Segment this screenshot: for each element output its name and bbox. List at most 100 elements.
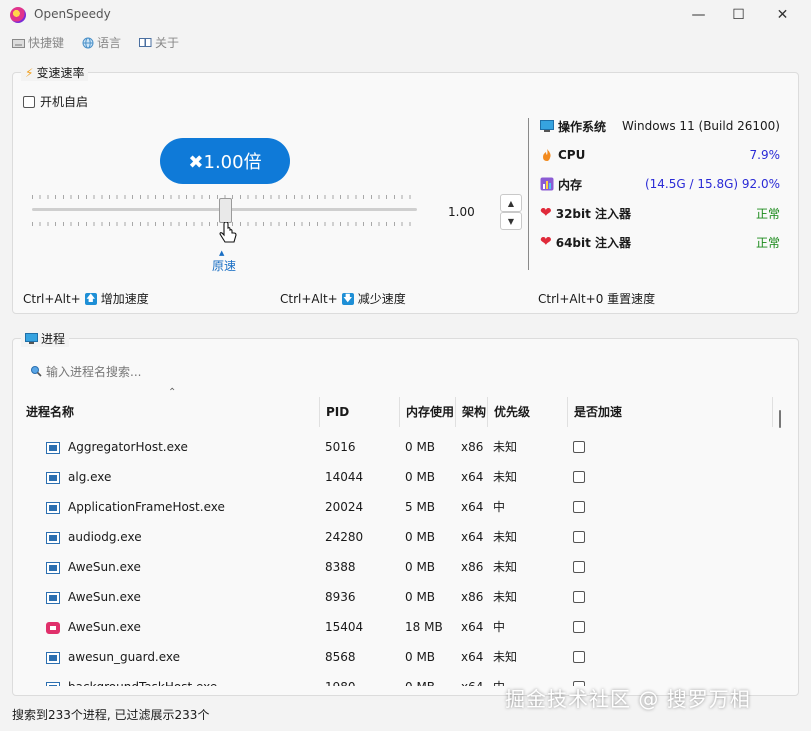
original-speed-label[interactable]: 原速 — [212, 257, 236, 274]
process-pid: 1980 — [325, 672, 356, 686]
process-memory: 0 MB — [405, 560, 436, 574]
process-name: backgroundTaskHost.exe — [68, 680, 217, 686]
table-row[interactable]: audiodg.exe 24280 0 MB x64 未知 — [20, 522, 796, 552]
table-row[interactable]: AweSun.exe 15404 18 MB x64 中 — [20, 612, 796, 642]
accelerate-cell — [573, 612, 585, 642]
process-name-cell: AggregatorHost.exe — [46, 432, 188, 462]
menu-about[interactable]: 关于 — [139, 34, 179, 51]
table-row[interactable]: AweSun.exe 8936 0 MB x86 未知 — [20, 582, 796, 612]
column-header-pid[interactable]: PID — [320, 397, 400, 427]
process-group-title-text: 进程 — [41, 332, 66, 346]
process-pid: 20024 — [325, 500, 364, 514]
process-name: AweSun.exe — [68, 620, 141, 634]
injector64-row: ❤ 64bit 注入器 正常 — [540, 233, 780, 251]
process-arch: x86 — [461, 440, 484, 454]
menu-language-label: 语言 — [97, 36, 122, 50]
arrow-up-icon: 🡅 — [84, 292, 97, 305]
status-text: 搜索到233个进程, 已过滤展示233个 — [12, 708, 210, 722]
minimize-button[interactable]: — — [676, 0, 721, 30]
process-arch: x64 — [461, 470, 484, 484]
cpu-row: CPU 7.9% — [540, 146, 780, 164]
accelerate-cell — [573, 522, 585, 552]
column-header-priority[interactable]: 优先级 — [488, 397, 568, 427]
menu-language[interactable]: 语言 — [82, 34, 121, 51]
process-memory: 0 MB — [405, 530, 436, 544]
system-divider — [528, 118, 529, 270]
app-window-icon — [46, 501, 60, 514]
memory-label: 内存 — [558, 177, 583, 192]
table-row[interactable]: AweSun.exe 8388 0 MB x86 未知 — [20, 552, 796, 582]
spin-up-button[interactable]: ▲ — [500, 194, 522, 212]
table-row[interactable]: ApplicationFrameHost.exe 20024 5 MB x64 中 — [20, 492, 796, 522]
title-bar: OpenSpeedy — ☐ ✕ — [0, 0, 811, 30]
memory-chart-icon — [540, 177, 554, 191]
speed-group: ⚡ 变速速率 — [12, 64, 799, 314]
hotkey-increase: Ctrl+Alt+ 🡅 增加速度 — [23, 290, 149, 307]
process-priority: 中 — [493, 672, 505, 686]
accelerate-checkbox[interactable] — [573, 651, 585, 663]
flame-icon — [543, 149, 551, 161]
close-button[interactable]: ✕ — [760, 0, 805, 30]
accelerate-checkbox[interactable] — [573, 501, 585, 513]
accelerate-checkbox[interactable] — [573, 561, 585, 573]
process-name-cell: alg.exe — [46, 462, 111, 492]
autostart-checkbox-row[interactable]: 开机自启 — [23, 93, 88, 110]
injector32-label: 32bit 注入器 — [555, 206, 632, 221]
process-priority: 未知 — [493, 440, 518, 454]
process-pid: 8936 — [325, 590, 356, 604]
monitor-icon — [540, 120, 554, 132]
table-row[interactable]: AggregatorHost.exe 5016 0 MB x86 未知 — [20, 432, 796, 462]
cpu-label: CPU — [558, 148, 586, 162]
process-priority: 未知 — [493, 560, 518, 574]
process-name: AggregatorHost.exe — [68, 440, 188, 454]
spin-down-button[interactable]: ▼ — [500, 212, 522, 230]
accelerate-cell — [573, 432, 585, 462]
process-arch: x64 — [461, 620, 484, 634]
speed-group-title: ⚡ 变速速率 — [21, 64, 89, 81]
process-name-cell: AweSun.exe — [46, 612, 141, 642]
process-priority: 中 — [493, 620, 506, 634]
original-speed-marker-icon: ▲ — [219, 249, 225, 257]
app-window-icon — [46, 471, 60, 484]
hotkey-increase-prefix: Ctrl+Alt+ — [23, 291, 81, 306]
process-name-cell: AweSun.exe — [46, 582, 141, 612]
accelerate-checkbox[interactable] — [573, 471, 585, 483]
autostart-checkbox[interactable] — [23, 95, 35, 108]
accelerate-checkbox[interactable] — [573, 441, 585, 453]
maximize-button[interactable]: ☐ — [716, 0, 761, 30]
process-table-scrollbar[interactable] — [779, 410, 781, 428]
globe-icon — [82, 37, 94, 48]
injector32-status: 正常 — [755, 206, 780, 221]
process-name-cell: backgroundTaskHost.exe — [46, 672, 217, 686]
column-header-name[interactable]: 进程名称 — [20, 397, 320, 427]
menu-hotkeys[interactable]: 快捷键 — [12, 34, 64, 51]
process-memory: 0 MB — [405, 650, 436, 664]
table-row[interactable]: awesun_guard.exe 8568 0 MB x64 未知 — [20, 642, 796, 672]
process-priority: 中 — [493, 500, 506, 514]
process-arch: x64 — [461, 500, 484, 514]
process-search-input[interactable]: 输入进程名搜索... — [30, 362, 330, 380]
speed-display-button[interactable]: ✖1.00倍 — [160, 138, 290, 184]
process-priority: 未知 — [493, 470, 518, 484]
speed-slider-handle[interactable] — [219, 198, 232, 223]
column-header-arch[interactable]: 架构 — [456, 397, 488, 427]
accelerate-checkbox[interactable] — [573, 591, 585, 603]
speed-value-field[interactable]: 1.00 — [448, 205, 475, 219]
search-icon — [31, 366, 42, 377]
process-pid: 5016 — [325, 440, 356, 454]
column-header-accelerate[interactable]: 是否加速 — [568, 397, 773, 427]
injector32-row: ❤ 32bit 注入器 正常 — [540, 204, 780, 222]
process-memory: 0 MB — [405, 440, 436, 454]
accelerate-checkbox[interactable] — [573, 621, 585, 633]
process-name-cell: AweSun.exe — [46, 552, 141, 582]
process-pid: 8568 — [325, 650, 356, 664]
hotkey-decrease: Ctrl+Alt+ 🡇 减少速度 — [280, 290, 406, 307]
column-header-memory[interactable]: 内存使用 — [400, 397, 456, 427]
arrow-down-icon: 🡇 — [341, 292, 354, 305]
process-pid: 15404 — [325, 620, 364, 634]
process-name-cell: ApplicationFrameHost.exe — [46, 492, 225, 522]
window-title: OpenSpeedy — [34, 7, 111, 21]
accelerate-checkbox[interactable] — [573, 531, 585, 543]
watermark: 掘金技术社区 @ 搜罗万相 — [505, 687, 751, 711]
table-row[interactable]: alg.exe 14044 0 MB x64 未知 — [20, 462, 796, 492]
